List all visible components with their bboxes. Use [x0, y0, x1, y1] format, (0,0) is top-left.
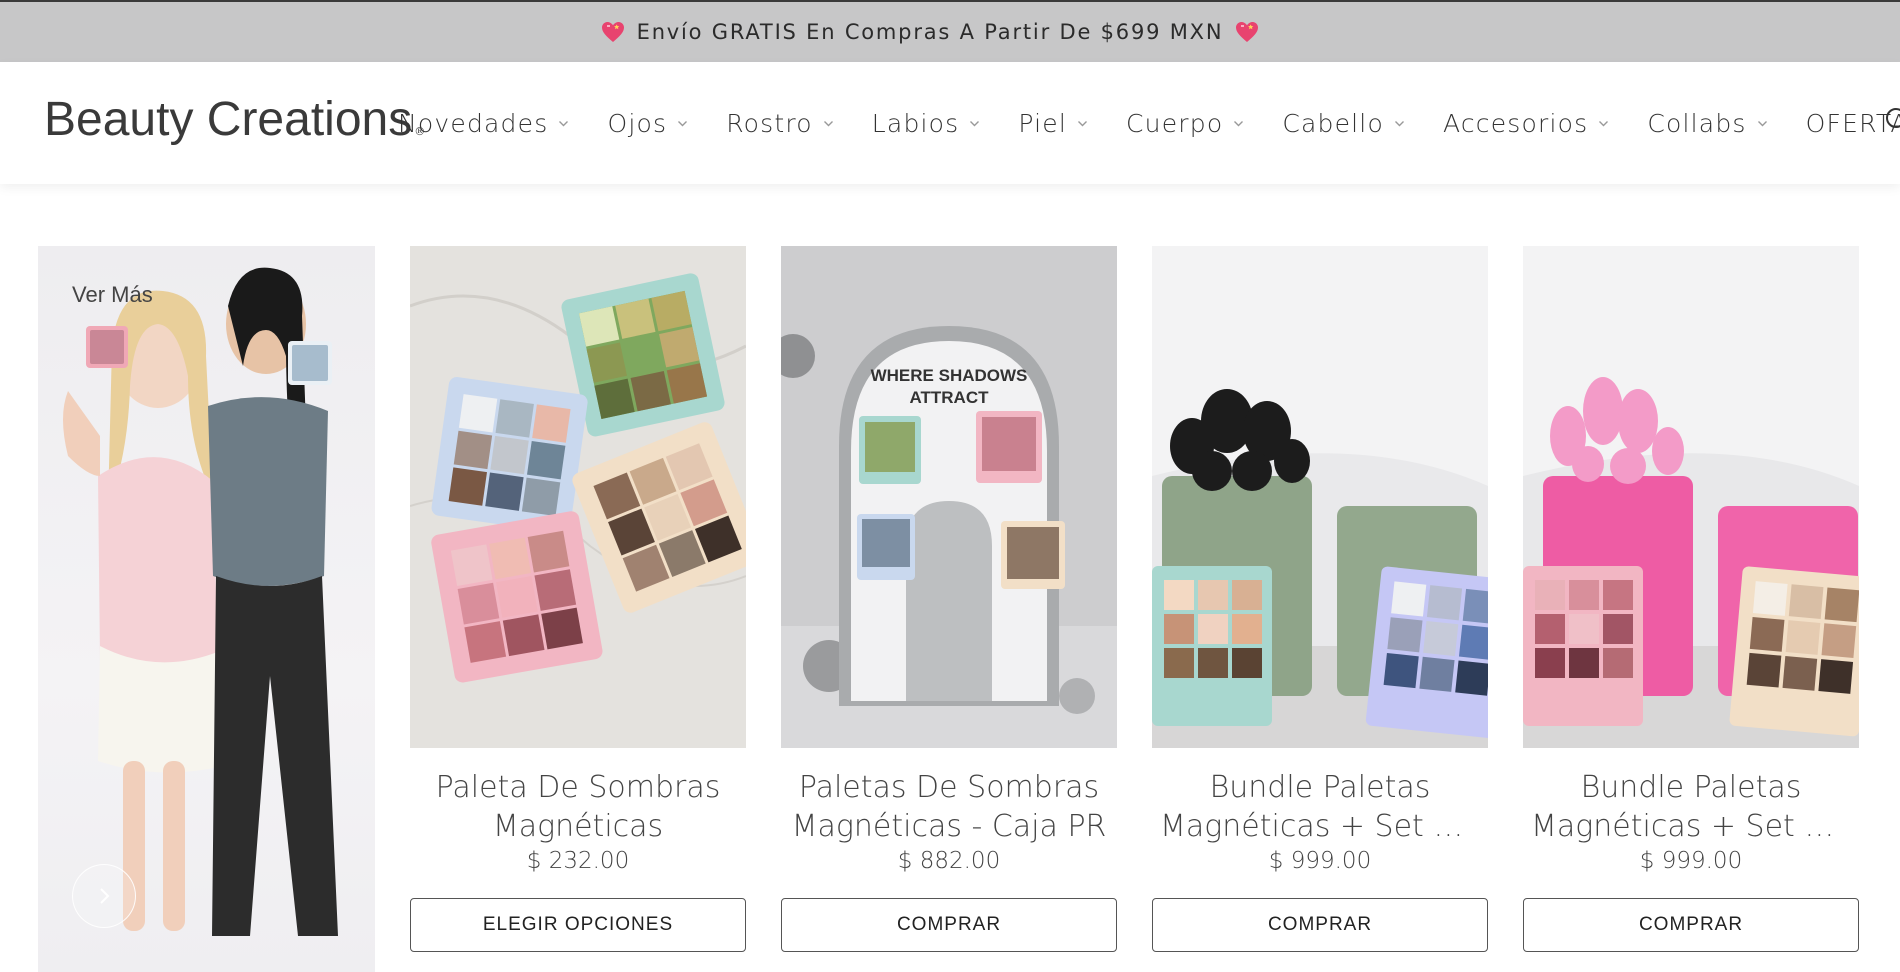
product-title[interactable]: Paleta De Sombras Magnéticas [410, 768, 746, 846]
nav-label: Cuerpo [1126, 108, 1224, 138]
promo-ver-mas-link[interactable]: Ver Más [72, 282, 153, 308]
pink-bundle-image [1523, 246, 1859, 748]
product-title[interactable]: Bundle Paletas Magnéticas + Set de... [1523, 768, 1859, 846]
nav-item-cabello[interactable]: Cabello [1282, 109, 1405, 138]
nav-label: Cabello [1282, 108, 1384, 138]
product-title-line-1: Bundle Paletas [1580, 770, 1802, 805]
product-card: Bundle Paletas Magnéticas + Set de... $ … [1523, 246, 1859, 952]
pr-box-image: WHERE SHADOWS ATTRACT [781, 246, 1117, 748]
chevron-down-icon [970, 120, 980, 126]
product-title-line-2: Magnéticas + Set de... [1160, 809, 1488, 844]
announcement-content: Envío GRATIS En Compras A Partir De $699… [601, 20, 1260, 44]
product-card: WHERE SHADOWS ATTRACT Paletas De Sombras… [781, 246, 1117, 952]
buy-button[interactable]: COMPRAR [1152, 898, 1488, 952]
green-bundle-image [1152, 246, 1488, 748]
product-title-line-2: Magnéticas - Caja PR [791, 809, 1107, 844]
product-image[interactable] [410, 246, 746, 748]
buy-button[interactable]: COMPRAR [781, 898, 1117, 952]
chevron-down-icon [823, 120, 833, 126]
announcement-text: Envío GRATIS En Compras A Partir De $699… [636, 20, 1224, 44]
chevron-down-icon [1078, 120, 1087, 126]
page: Envío GRATIS En Compras A Partir De $699… [0, 0, 1900, 972]
chevron-down-icon [678, 120, 688, 126]
logo-text: Beauty Creations [44, 93, 413, 146]
product-card: Bundle Paletas Magnéticas + Set de... $ … [1152, 246, 1488, 952]
chevron-right-icon [100, 888, 110, 904]
carousel-next-button[interactable] [72, 864, 136, 928]
promo-models-image [63, 267, 338, 936]
palettes-flatlay-image [410, 246, 746, 748]
nav-label: Accesorios [1442, 108, 1589, 138]
product-title[interactable]: Bundle Paletas Magnéticas + Set de... [1152, 768, 1488, 846]
chevron-down-icon [1757, 120, 1767, 126]
announcement-bar: Envío GRATIS En Compras A Partir De $699… [0, 0, 1900, 62]
nav-label: Ojos [607, 108, 668, 138]
nav-label: Labios [871, 108, 960, 138]
main-nav: Novedades Ojos Rostro Labios Piel Cuerpo [398, 62, 1900, 184]
chevron-down-icon [559, 120, 569, 126]
nav-item-novedades[interactable]: Novedades [398, 109, 569, 138]
nav-item-ojos[interactable]: Ojos [607, 109, 688, 138]
buy-button[interactable]: COMPRAR [1523, 898, 1859, 952]
svg-text:ATTRACT: ATTRACT [910, 388, 990, 407]
product-title-line-1: Bundle Paletas [1209, 770, 1431, 805]
product-title-line-1: Paletas De Sombras [798, 770, 1100, 805]
heart-icon [601, 22, 624, 42]
product-card: Paleta De Sombras Magnéticas $ 232.00 EL… [410, 246, 746, 952]
nav-label: Novedades [398, 108, 549, 138]
chevron-down-icon [1394, 120, 1404, 126]
product-title-line-2: Magnéticas [492, 809, 664, 844]
nav-item-rostro[interactable]: Rostro [726, 109, 834, 138]
product-title-line-2: Magnéticas + Set de... [1531, 809, 1859, 844]
nav-item-cuerpo[interactable]: Cuerpo [1126, 109, 1244, 138]
product-price: $ 999.00 [1639, 848, 1743, 874]
product-image[interactable]: WHERE SHADOWS ATTRACT [781, 246, 1117, 748]
chevron-down-icon [1234, 120, 1244, 126]
product-price: $ 882.00 [897, 848, 1001, 874]
nav-item-collabs[interactable]: Collabs [1647, 109, 1767, 138]
product-title-line-1: Paleta De Sombras [435, 770, 721, 805]
nav-label: Collabs [1647, 108, 1747, 138]
site-logo[interactable]: Beauty Creations ® [44, 92, 426, 152]
nav-label: Piel [1018, 108, 1067, 138]
product-price: $ 999.00 [1268, 848, 1372, 874]
svg-text:WHERE SHADOWS: WHERE SHADOWS [871, 366, 1028, 385]
product-price: $ 232.00 [526, 848, 630, 874]
choose-options-button[interactable]: ELEGIR OPCIONES [410, 898, 746, 952]
product-title[interactable]: Paletas De Sombras Magnéticas - Caja PR [781, 768, 1117, 846]
nav-item-labios[interactable]: Labios [872, 109, 981, 138]
chevron-down-icon [1599, 120, 1609, 126]
nav-item-accesorios[interactable]: Accesorios [1443, 109, 1609, 138]
nav-label: Rostro [726, 108, 813, 138]
product-image[interactable] [1152, 246, 1488, 748]
promo-banner[interactable]: Ver Más [38, 246, 375, 972]
search-icon[interactable] [1884, 106, 1900, 136]
site-header: Beauty Creations ® Novedades Ojos Rostro… [0, 62, 1900, 184]
nav-item-piel[interactable]: Piel [1018, 109, 1088, 138]
heart-icon [1236, 22, 1259, 42]
product-image[interactable] [1523, 246, 1859, 748]
